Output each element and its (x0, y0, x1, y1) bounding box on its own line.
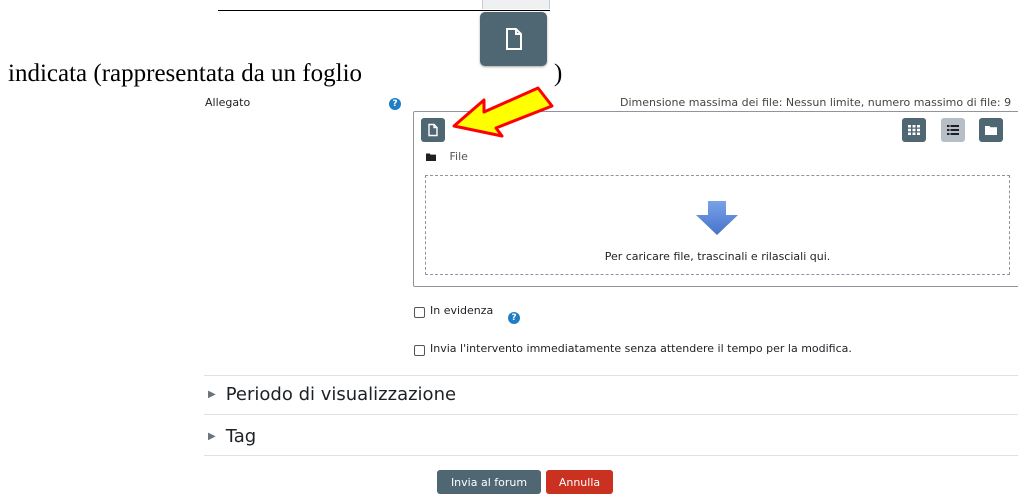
send-immediately-checkbox[interactable] (414, 345, 425, 356)
caret-right-icon: ▶ (208, 431, 216, 442)
help-icon[interactable]: ? (389, 98, 401, 110)
section-tags-label: Tag (225, 426, 257, 447)
section-divider (204, 375, 1018, 376)
doc-button-cutoff (482, 0, 550, 9)
cancel-button[interactable]: Annulla (546, 470, 613, 494)
section-display-period-label: Periodo di visualizzazione (225, 384, 457, 405)
file-limits-text: Dimensione massima dei file: Nessun limi… (620, 96, 1012, 109)
breadcrumb: File (426, 150, 468, 163)
section-display-period[interactable]: ▶ Periodo di visualizzazione (208, 384, 456, 405)
section-divider (204, 455, 1018, 456)
section-divider (204, 414, 1018, 415)
list-view-button[interactable] (941, 118, 965, 142)
highlight-checkbox[interactable] (414, 307, 425, 318)
arrow-pointer-icon (452, 86, 554, 138)
breadcrumb-label[interactable]: File (450, 150, 468, 163)
help-icon[interactable]: ? (508, 312, 520, 324)
send-immediately-label: Invia l'intervento immediatamente senza … (430, 342, 852, 355)
arrow-down-icon (696, 201, 738, 235)
file-icon (428, 123, 438, 137)
highlight-checkbox-label: In evidenza (430, 304, 494, 317)
large-add-file-button (480, 12, 547, 66)
attachment-label: Allegato (205, 96, 251, 109)
file-icon (505, 28, 522, 50)
add-file-button[interactable] (421, 118, 445, 142)
section-tags[interactable]: ▶ Tag (208, 426, 256, 447)
doc-underline (218, 10, 550, 11)
doc-sentence: indicata (rappresentata da un foglio (8, 60, 363, 87)
list-icon (947, 125, 959, 135)
folder-icon (985, 126, 997, 135)
submit-button[interactable]: Invia al forum (437, 470, 541, 494)
file-dropzone[interactable]: Per caricare file, trascinali e rilascia… (425, 175, 1010, 275)
caret-right-icon: ▶ (208, 389, 216, 400)
tree-view-button[interactable] (979, 118, 1003, 142)
dropzone-text: Per caricare file, trascinali e rilascia… (604, 250, 831, 263)
grid-view-button[interactable] (902, 118, 926, 142)
grid-icon (908, 125, 920, 135)
folder-icon (426, 153, 436, 161)
